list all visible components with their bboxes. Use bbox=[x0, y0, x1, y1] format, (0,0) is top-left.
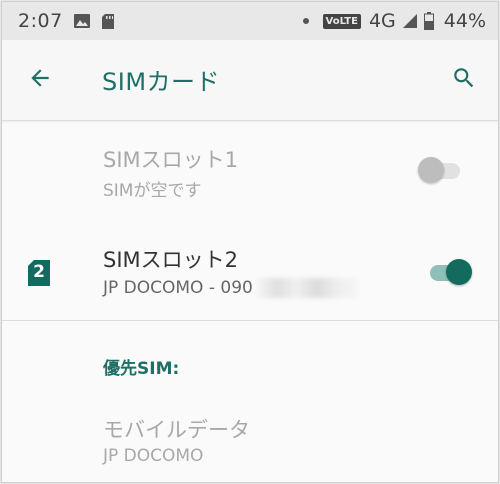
battery-icon bbox=[423, 12, 434, 30]
sim-slot-1-subtitle: SIMが空です bbox=[103, 181, 202, 201]
sim-slot-1-title: SIMスロット1 bbox=[103, 148, 239, 172]
mobile-data-value: JP DOCOMO bbox=[103, 446, 204, 466]
battery-percent: 44% bbox=[443, 10, 486, 32]
redacted-phone-number bbox=[257, 278, 357, 298]
sim-slot-1-toggle[interactable] bbox=[418, 152, 462, 188]
sim-slot-1-row[interactable]: SIMスロット1 SIMが空です bbox=[2, 132, 498, 212]
sim-slot-2-title: SIMスロット2 bbox=[103, 248, 239, 272]
preferred-sim-header: 優先SIM: bbox=[103, 359, 180, 379]
mobile-data-title: モバイルデータ bbox=[103, 418, 250, 442]
status-bar: 2:07 VoLTE 4G 44% bbox=[2, 2, 498, 40]
section-divider bbox=[2, 320, 498, 321]
page-title: SIMカード bbox=[102, 68, 221, 96]
status-time: 2:07 bbox=[18, 10, 63, 32]
sim-slot-2-row[interactable]: 2 SIMスロット2 JP DOCOMO - 090 bbox=[2, 232, 498, 318]
back-button[interactable] bbox=[22, 62, 58, 98]
arrow-back-icon bbox=[27, 65, 53, 95]
sim-slot-2-subtitle: JP DOCOMO - 090 bbox=[103, 278, 253, 298]
status-notification-icons bbox=[73, 13, 115, 30]
signal-icon bbox=[402, 13, 418, 29]
screen: 2:07 VoLTE 4G 44% SIMカード SIMスロット1 SIMが空で… bbox=[1, 1, 499, 483]
app-toolbar: SIMカード bbox=[2, 40, 498, 121]
notification-dot-icon bbox=[302, 18, 309, 24]
search-button[interactable] bbox=[446, 62, 482, 98]
mobile-data-row[interactable]: モバイルデータ JP DOCOMO bbox=[2, 404, 498, 482]
search-icon bbox=[451, 65, 477, 95]
sd-card-icon bbox=[101, 13, 115, 30]
image-icon bbox=[73, 13, 91, 29]
sim-slot-2-toggle[interactable] bbox=[430, 254, 474, 290]
toggle-thumb bbox=[446, 259, 472, 285]
sim-badge-number: 2 bbox=[33, 262, 45, 282]
sim-card-icon: 2 bbox=[28, 260, 50, 286]
toggle-thumb bbox=[418, 157, 444, 183]
status-system-icons: VoLTE 4G 44% bbox=[302, 10, 486, 32]
network-type-label: 4G bbox=[368, 10, 396, 32]
volte-badge: VoLTE bbox=[322, 13, 361, 29]
